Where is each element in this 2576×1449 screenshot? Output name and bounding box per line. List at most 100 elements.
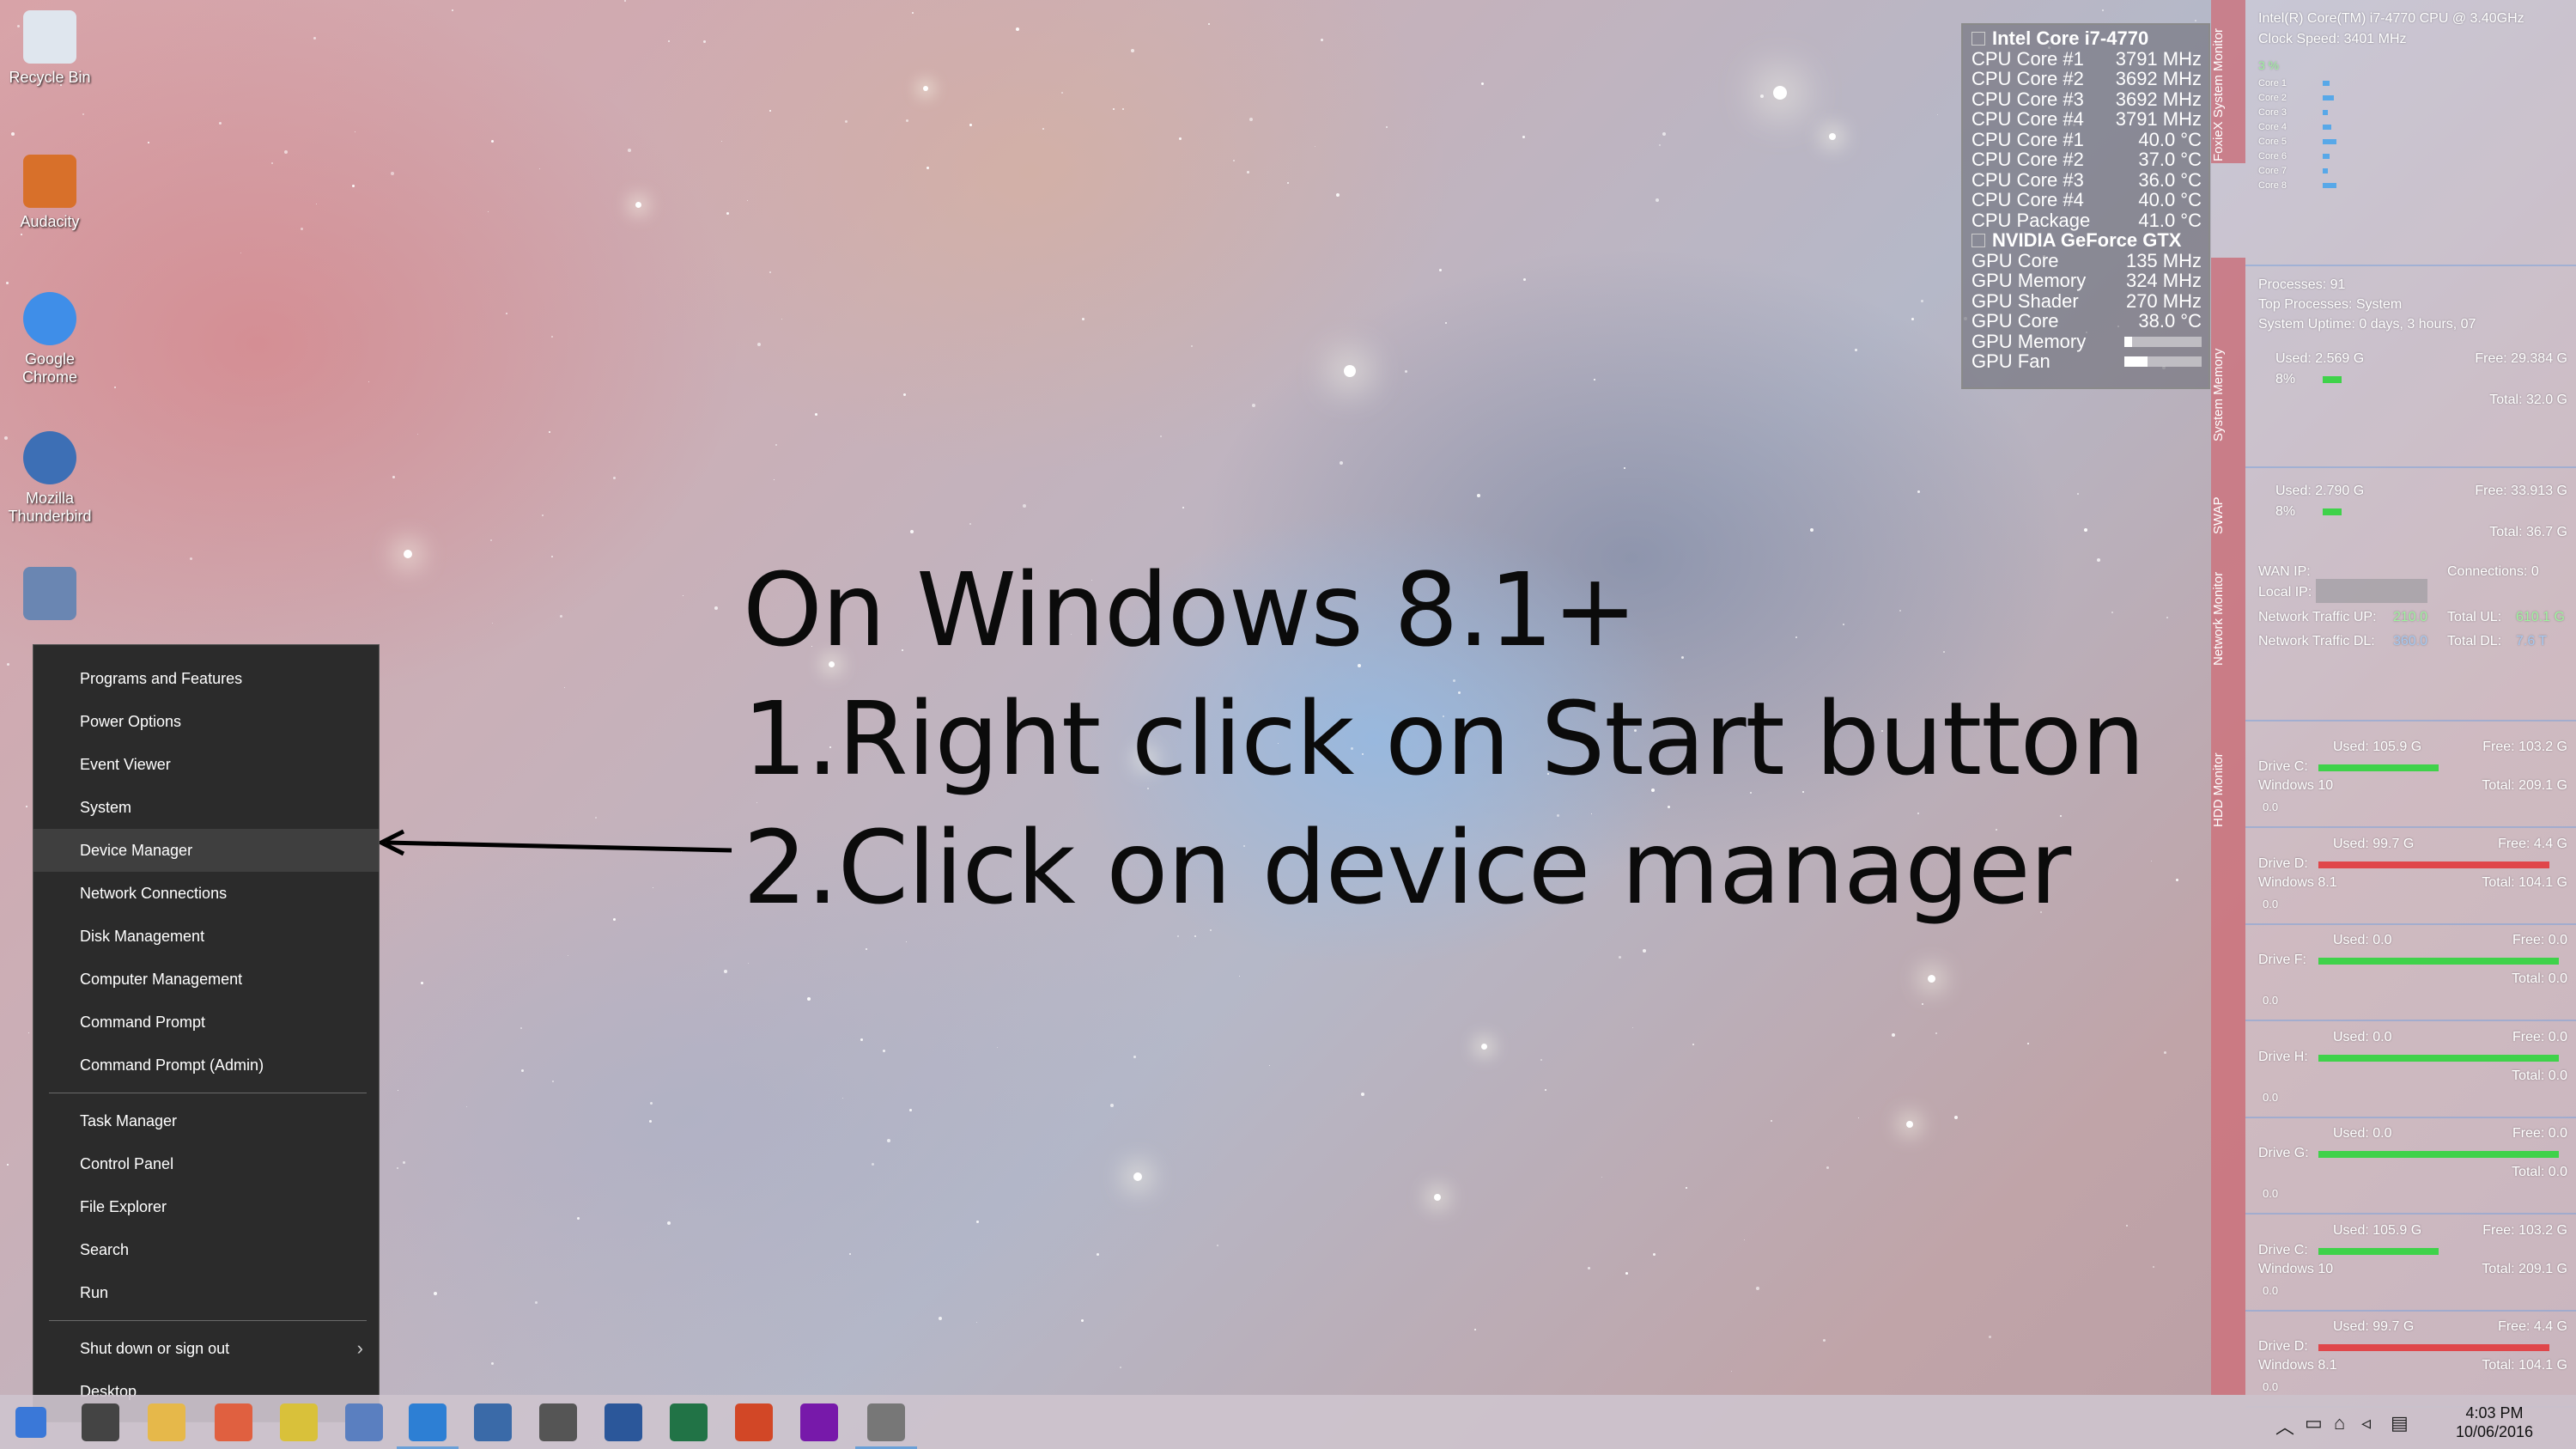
star (628, 149, 631, 152)
menu-item-run[interactable]: Run (33, 1271, 379, 1314)
taskbar-search-icon[interactable] (82, 1403, 119, 1441)
desktop-icon-audacity[interactable]: Audacity (0, 155, 100, 231)
desktop-icon-google-chrome[interactable]: Google Chrome (0, 292, 100, 387)
menu-item-network-connections[interactable]: Network Connections (33, 872, 379, 915)
star (452, 9, 453, 11)
star (1619, 956, 1621, 959)
menu-item-disk-management[interactable]: Disk Management (33, 915, 379, 958)
star (1269, 1065, 1270, 1066)
star (392, 476, 395, 478)
taskbar-photos-icon[interactable] (280, 1403, 318, 1441)
desktop-icon-recycle-bin[interactable]: Recycle Bin (0, 10, 100, 87)
total-dl-label: Total DL: (2447, 634, 2502, 648)
sensor-row: CPU Core #4 40.0 °C (1971, 190, 2202, 210)
menu-item-shut-down-or-sign-out[interactable]: Shut down or sign out › (33, 1327, 379, 1370)
star (1921, 300, 1923, 302)
usb-icon[interactable]: ⌂ (2334, 1412, 2345, 1434)
sensor-value: 41.0 °C (2138, 209, 2202, 231)
star (535, 1301, 538, 1304)
star (613, 477, 616, 479)
taskbar-onenote-icon[interactable] (800, 1403, 838, 1441)
star (1247, 171, 1249, 174)
sensor-value: 3791 MHz (2115, 47, 2202, 70)
gpu-header: NVIDIA GeForce GTX (1971, 230, 2202, 251)
audacity-icon (23, 155, 76, 208)
menu-item-device-manager[interactable]: Device Manager (33, 829, 379, 872)
cpu-graph (2245, 137, 2576, 266)
taskbar-printer-icon[interactable] (855, 1403, 917, 1449)
star (539, 168, 540, 169)
desktop-icon-label: Recycle Bin (9, 69, 91, 86)
desktop-icon-shortcut[interactable] (0, 567, 100, 625)
taskbar-store-icon[interactable] (215, 1403, 252, 1441)
star (1686, 1187, 1687, 1189)
taskbar-internet-explorer-icon[interactable] (397, 1403, 459, 1449)
menu-item-event-viewer[interactable]: Event Viewer (33, 743, 379, 786)
taskbar-start-icon[interactable] (15, 1407, 46, 1438)
star (2084, 528, 2087, 532)
system-uptime: System Uptime: 0 days, 3 hours, 07 (2258, 317, 2476, 332)
menu-item-search[interactable]: Search (33, 1228, 379, 1271)
sensor-label: CPU Core #2 (1971, 68, 2084, 89)
menu-item-task-manager[interactable]: Task Manager (33, 1099, 379, 1142)
taskbar: ︿ ▭ ⌂ ◃ ▤ 4:03 PM 10/06/2016 (0, 1395, 2576, 1449)
star (1061, 92, 1063, 94)
sensor-value: 324 MHz (2125, 270, 2202, 291)
sensor-label: CPU Core #4 (1971, 108, 2084, 130)
instruction-line-3: 2.Click on device manager (743, 808, 2071, 927)
menu-item-computer-management[interactable]: Computer Management (33, 958, 379, 1001)
star (769, 271, 771, 273)
star (1481, 82, 1484, 85)
cpu-clock: Clock Speed: 3401 MHz (2258, 32, 2407, 46)
star (492, 623, 493, 624)
gpu-chip-icon (1971, 233, 1985, 247)
taskbar-file-explorer-icon[interactable] (148, 1403, 185, 1441)
star (1120, 1367, 1121, 1368)
star (1760, 94, 1764, 98)
action-center-icon[interactable]: ▤ (2391, 1412, 2409, 1434)
star (747, 200, 748, 201)
start-context-menu: Programs and Features Power Options Event … (33, 644, 380, 1422)
menu-item-command-prompt[interactable]: Command Prompt (33, 1001, 379, 1044)
star (488, 211, 489, 212)
star (1287, 182, 1289, 184)
bright-star (1434, 1194, 1441, 1201)
star (421, 982, 423, 984)
taskbar-settings-icon[interactable] (345, 1403, 383, 1441)
network-icon[interactable]: ▭ (2305, 1412, 2323, 1434)
star (724, 970, 727, 973)
taskbar-excel-icon[interactable] (670, 1403, 708, 1441)
star (613, 918, 616, 921)
taskbar-powerpoint-icon[interactable] (735, 1403, 773, 1441)
sensor-row: CPU Core #3 3692 MHz (1971, 88, 2202, 110)
menu-item-programs-and-features[interactable]: Programs and Features (33, 657, 379, 700)
star (1474, 1329, 1476, 1330)
core-usage-bar (2323, 81, 2330, 86)
volume-icon[interactable]: ◃ (2361, 1412, 2371, 1434)
menu-item-power-options[interactable]: Power Options (33, 700, 379, 743)
bright-star (923, 86, 928, 91)
star (1892, 1033, 1895, 1037)
menu-item-command-prompt-admin[interactable]: Command Prompt (Admin) (33, 1044, 379, 1087)
star (842, 1098, 843, 1099)
memory-percent: 8% (2275, 372, 2296, 387)
section-label-swap: SWAP (2211, 496, 2226, 534)
taskbar-word-icon[interactable] (605, 1403, 642, 1441)
taskbar-thunderbird-icon[interactable] (474, 1403, 512, 1441)
menu-item-control-panel[interactable]: Control Panel (33, 1142, 379, 1185)
menu-item-file-explorer[interactable]: File Explorer (33, 1185, 379, 1228)
star (1643, 949, 1646, 953)
clock[interactable]: 4:03 PM 10/06/2016 (2430, 1403, 2559, 1441)
star (2195, 20, 2196, 21)
desktop-icon-mozilla-thunderbird[interactable]: Mozilla Thunderbird (0, 431, 100, 526)
chevron-up-icon[interactable]: ︿ (2275, 1412, 2294, 1440)
taskbar-clock-app-icon[interactable] (539, 1403, 577, 1441)
star (1160, 435, 1162, 437)
star (1249, 118, 1253, 121)
star (1081, 1319, 1084, 1322)
star (301, 228, 303, 230)
star (417, 434, 418, 435)
star (1855, 349, 1857, 351)
menu-item-system[interactable]: System (33, 786, 379, 829)
swap-usage-bar (2323, 508, 2342, 515)
